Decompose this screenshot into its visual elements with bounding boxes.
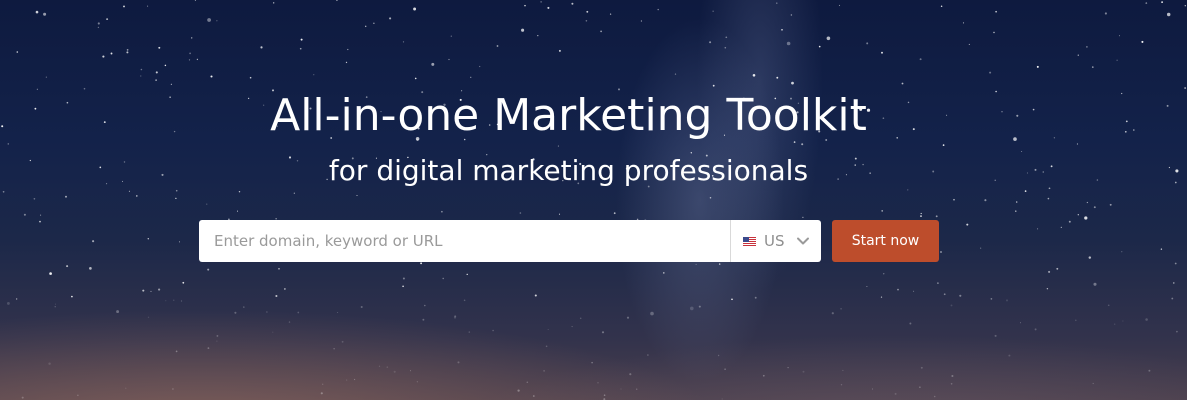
hero-content: All-in-one Marketing Toolkit for digital… [0,0,1187,400]
search-bar: US [199,220,821,262]
chevron-down-icon [796,237,809,245]
hero-title: All-in-one Marketing Toolkit [270,90,867,141]
hero-subtitle: for digital marketing professionals [328,154,809,187]
database-select[interactable]: US [730,220,821,262]
us-flag-icon [743,236,756,246]
start-now-button[interactable]: Start now [832,220,939,262]
hero-section: All-in-one Marketing Toolkit for digital… [0,0,1187,400]
database-select-value: US [764,232,785,250]
search-input[interactable] [199,220,730,262]
